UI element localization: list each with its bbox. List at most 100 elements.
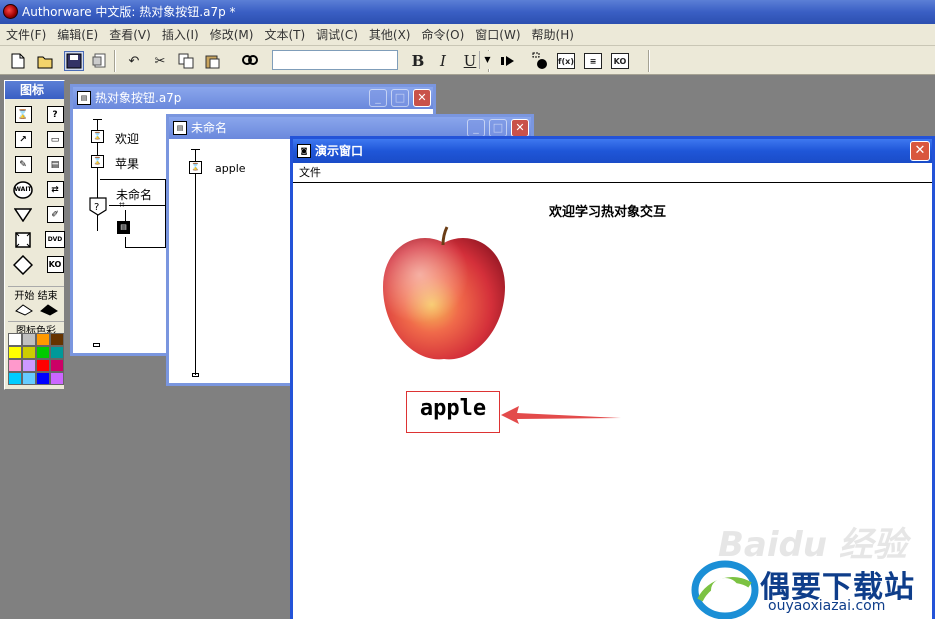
baidu-watermark: Baidu 经验 xyxy=(718,525,907,565)
menu-edit[interactable]: 编辑(E) xyxy=(55,26,107,43)
end-flag-icon[interactable] xyxy=(38,299,60,320)
close-button[interactable]: ✕ xyxy=(910,141,930,161)
flowline-end xyxy=(192,373,199,377)
map-icon[interactable] xyxy=(12,254,34,275)
menu-insert[interactable]: 插入(I) xyxy=(160,26,208,43)
chevron-down-icon[interactable]: ▼ xyxy=(479,51,495,69)
color-swatch[interactable] xyxy=(8,359,22,372)
erase-icon[interactable]: ▭ xyxy=(44,129,66,150)
design-window-title: 未命名 xyxy=(191,121,228,135)
wait-icon[interactable]: WAIT xyxy=(12,179,34,200)
interaction-icon[interactable]: ? xyxy=(87,195,109,217)
flowline-window-icon: ▤ xyxy=(77,91,91,105)
display-icon[interactable]: ⌛ xyxy=(91,155,104,168)
paste-icon[interactable] xyxy=(202,51,222,71)
color-swatch[interactable] xyxy=(50,333,64,346)
digital-movie-icon[interactable]: DVD xyxy=(44,229,66,250)
flow-item-apple[interactable]: 苹果 xyxy=(115,155,139,172)
menu-modify[interactable]: 修改(M) xyxy=(208,26,263,43)
minimize-button[interactable]: _ xyxy=(467,119,485,137)
design-window-titlebar[interactable]: ▤ 热对象按钮.a7p _ □ ✕ xyxy=(73,87,433,109)
color-swatch[interactable] xyxy=(22,372,36,385)
color-swatch[interactable] xyxy=(50,372,64,385)
color-swatch[interactable] xyxy=(8,372,22,385)
color-swatch[interactable] xyxy=(22,333,36,346)
calc-icon[interactable]: ✎ xyxy=(12,154,34,175)
color-swatch[interactable] xyxy=(8,333,22,346)
open-folder-icon[interactable] xyxy=(36,51,56,71)
interaction-branch-line xyxy=(109,205,165,206)
ko-text: KO xyxy=(46,256,64,273)
import-icon[interactable] xyxy=(90,51,110,71)
video-icon[interactable]: ▤ xyxy=(44,154,66,175)
color-swatch[interactable] xyxy=(22,359,36,372)
minimize-button[interactable]: _ xyxy=(369,89,387,107)
presentation-heading: 欢迎学习热对象交互 xyxy=(548,205,666,220)
apple-hot-object[interactable]: apple xyxy=(406,391,500,433)
new-file-icon[interactable] xyxy=(8,51,28,71)
find-icon[interactable] xyxy=(240,51,260,71)
presentation-titlebar[interactable]: ◙ 演示窗口 ✕ xyxy=(293,139,932,163)
color-swatch[interactable] xyxy=(50,346,64,359)
italic-button[interactable]: I xyxy=(433,51,453,71)
variables-icon[interactable]: ≡ xyxy=(583,51,603,71)
decision-icon[interactable] xyxy=(12,204,34,225)
toolbar: ↶ ✂ B I U f(x) ≡ KO xyxy=(0,46,935,75)
color-swatch[interactable] xyxy=(22,346,36,359)
menu-view[interactable]: 查看(V) xyxy=(107,26,160,43)
app-title-bar[interactable]: Authorware 中文版: 热对象按钮.a7p * xyxy=(0,0,935,24)
display-icon[interactable]: ⌛ xyxy=(189,161,202,174)
interaction-icon[interactable]: ✐ xyxy=(44,204,66,225)
knowledge-objects-icon[interactable]: KO xyxy=(610,51,630,71)
save-all-icon[interactable] xyxy=(64,51,84,71)
calc-icon[interactable]: ▤ xyxy=(117,221,130,234)
display-icon[interactable]: ⌛ xyxy=(12,104,34,125)
menu-file[interactable]: 文件(F) xyxy=(4,26,55,43)
interaction-branch-line xyxy=(100,179,166,180)
maximize-button[interactable]: □ xyxy=(391,89,409,107)
color-swatch[interactable] xyxy=(36,372,50,385)
undo-icon[interactable]: ↶ xyxy=(124,51,144,71)
menu-command[interactable]: 命令(O) xyxy=(419,26,473,43)
decision-mark: ? xyxy=(94,202,99,213)
apple-image[interactable] xyxy=(379,225,509,365)
display-icon[interactable]: ⌛ xyxy=(91,130,104,143)
color-swatch[interactable] xyxy=(50,359,64,372)
motion-icon[interactable]: ↗ xyxy=(12,129,34,150)
hot-object-response-icon[interactable]: ⌗ xyxy=(119,200,125,211)
color-swatch[interactable] xyxy=(8,346,22,359)
help-icon[interactable]: ? xyxy=(44,104,66,125)
framework-icon[interactable]: ⇄ xyxy=(44,179,66,200)
functions-icon[interactable]: f(x) xyxy=(556,51,576,71)
run-icon[interactable] xyxy=(498,51,518,71)
maximize-button[interactable]: □ xyxy=(489,119,507,137)
font-select[interactable]: ▼ xyxy=(272,50,495,70)
copy-icon[interactable] xyxy=(176,51,196,71)
color-swatch[interactable] xyxy=(36,346,50,359)
presentation-title: 演示窗口 xyxy=(315,144,364,158)
close-button[interactable]: ✕ xyxy=(413,89,431,107)
cut-icon[interactable]: ✂ xyxy=(150,51,170,71)
underline-button[interactable]: U xyxy=(460,51,480,71)
knowledge-object-icon[interactable]: KO xyxy=(44,254,66,275)
icon-palette: 图标 ⌛ ? ↗ ▭ ✎ ▤ WAIT ⇄ ✐ DVD KO 开始 结束 图标色… xyxy=(4,80,65,390)
menu-text[interactable]: 文本(T) xyxy=(262,26,314,43)
control-panel-icon[interactable] xyxy=(530,51,550,71)
menu-other[interactable]: 其他(X) xyxy=(367,26,420,43)
close-button[interactable]: ✕ xyxy=(511,119,529,137)
calc-box-icon[interactable] xyxy=(12,229,34,250)
presentation-menu-file[interactable]: 文件 xyxy=(299,166,321,179)
color-swatch[interactable] xyxy=(36,333,50,346)
loop-line xyxy=(125,247,165,248)
start-flag-icon[interactable] xyxy=(13,299,35,320)
flow-item-apple[interactable]: apple xyxy=(215,162,246,175)
bold-button[interactable]: B xyxy=(408,51,428,71)
menu-window[interactable]: 窗口(W) xyxy=(473,26,529,43)
palette-title[interactable]: 图标 xyxy=(5,81,64,99)
menu-help[interactable]: 帮助(H) xyxy=(530,26,583,43)
menu-debug[interactable]: 调试(C) xyxy=(314,26,367,43)
flowline-end xyxy=(93,343,100,347)
response-line xyxy=(125,237,126,247)
flow-item-welcome[interactable]: 欢迎 xyxy=(115,130,139,147)
color-swatch[interactable] xyxy=(36,359,50,372)
